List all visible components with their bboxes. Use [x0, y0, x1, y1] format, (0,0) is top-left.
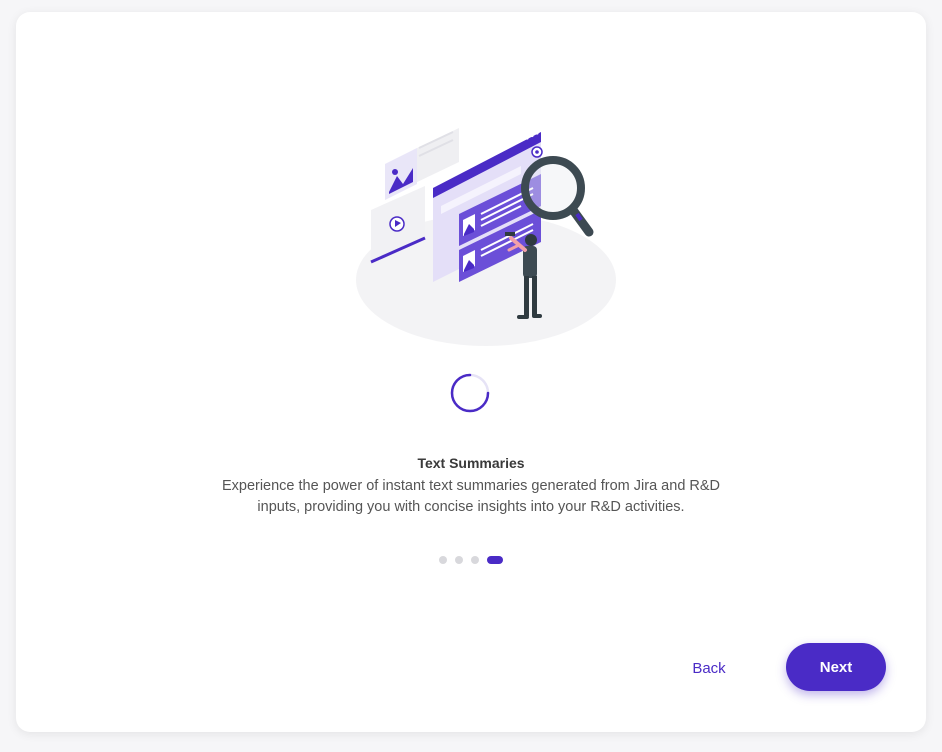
- next-button[interactable]: Next: [786, 643, 886, 691]
- onboarding-description: Experience the power of instant text sum…: [221, 478, 721, 515]
- back-button[interactable]: Back: [676, 654, 742, 682]
- search-documents-illustration: [356, 128, 616, 346]
- step-dot-2: [455, 556, 463, 564]
- step-dot-1: [439, 556, 447, 564]
- step-dot-3: [471, 556, 479, 564]
- onboarding-title: Text Summaries: [417, 455, 525, 471]
- loading-spinner-icon: [450, 373, 490, 413]
- step-dot-4-active: [487, 556, 503, 564]
- onboarding-card: Text Summaries Experience the power of i…: [16, 12, 926, 732]
- step-indicator: [439, 556, 503, 564]
